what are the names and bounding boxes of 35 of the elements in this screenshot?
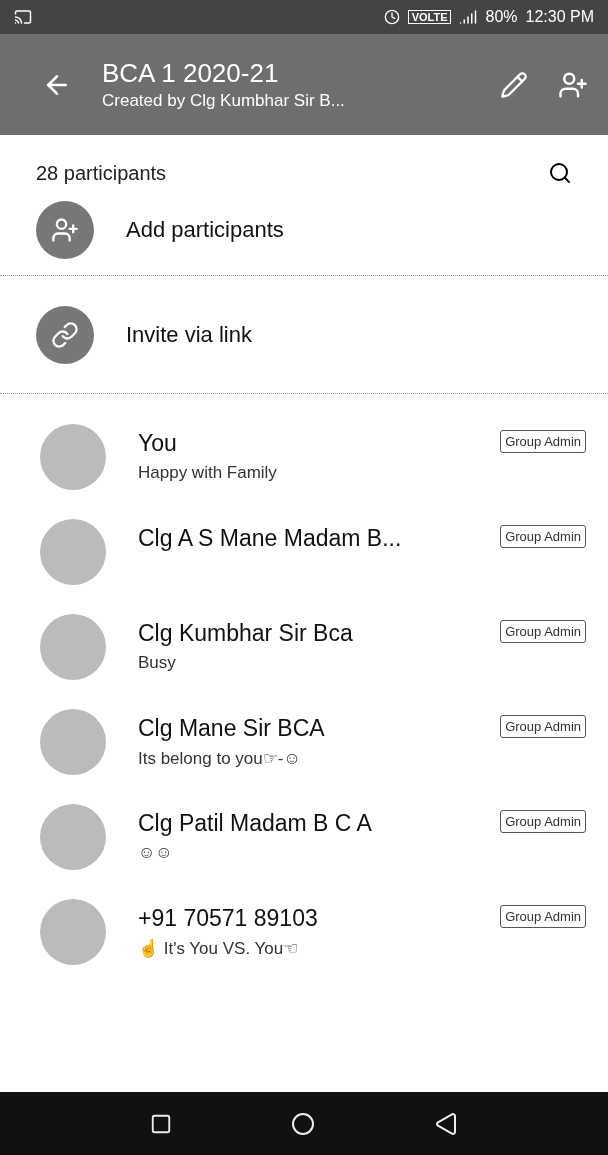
link-icon[interactable] (36, 305, 94, 364)
volte-indicator: VOLTE (407, 10, 452, 24)
recents-icon[interactable] (149, 1112, 172, 1135)
participant-status: Happy with Family (138, 463, 278, 483)
admin-badge: Group Admin (500, 715, 586, 738)
cast-icon (14, 8, 32, 26)
participant-name[interactable]: You (138, 430, 469, 457)
clock-time: 12:30 PM (525, 8, 594, 26)
admin-badge: Group Admin (500, 430, 586, 453)
participants-count: 28 participants (36, 161, 167, 185)
battery-level: 80% (485, 8, 518, 26)
action-label[interactable]: Invite via link (126, 321, 252, 348)
participant-name[interactable]: +91 70571 89103 (138, 905, 469, 932)
participant-status: ☝ It's You VS. You☜ (138, 938, 300, 959)
participant-name[interactable]: Clg Patil Madam B C A (138, 810, 469, 837)
group-title: BCA 1 2020-21 (102, 58, 280, 89)
participant-status: Busy (138, 653, 177, 673)
home-icon[interactable] (291, 1111, 315, 1136)
admin-badge: Group Admin (500, 810, 586, 833)
admin-badge: Group Admin (500, 905, 586, 928)
alarm-icon (383, 9, 400, 25)
signal-icon (459, 8, 478, 26)
participant-name[interactable]: Clg Kumbhar Sir Bca (138, 620, 469, 647)
admin-badge: Group Admin (500, 620, 586, 643)
participant-status: Its belong to you☞-☺ (138, 748, 302, 769)
participant-name[interactable]: Clg Mane Sir BCA (138, 715, 469, 742)
add-person-icon[interactable] (36, 201, 94, 259)
participant-status: ☺☺ (138, 843, 174, 863)
participant-name[interactable]: Clg A S Mane Madam B... (138, 525, 469, 552)
admin-badge: Group Admin (500, 525, 586, 548)
back-icon[interactable] (434, 1111, 459, 1136)
action-label[interactable]: Add participants (126, 217, 284, 243)
search-icon[interactable] (548, 161, 572, 185)
edit-icon[interactable] (500, 70, 528, 99)
group-subtitle: Created by Clg Kumbhar Sir B... (102, 91, 346, 111)
